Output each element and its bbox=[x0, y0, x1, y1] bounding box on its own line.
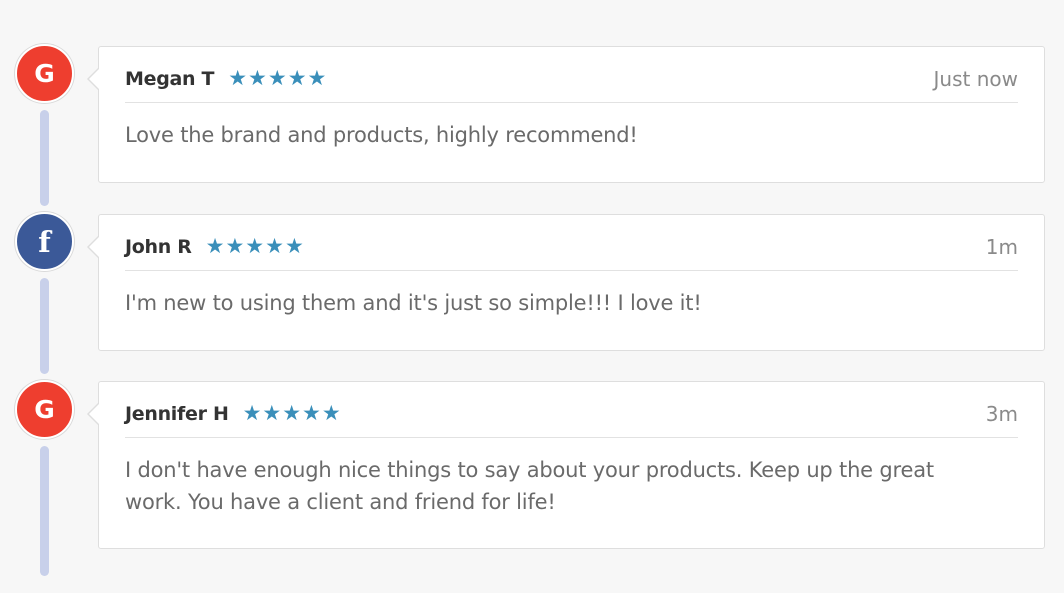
review-feed: G Megan T ★ ★ ★ ★ ★ Just now Love the br… bbox=[0, 0, 1064, 593]
star-rating: ★ ★ ★ ★ ★ bbox=[206, 233, 304, 259]
review-text: Love the brand and products, highly reco… bbox=[125, 123, 638, 147]
star-icon: ★ bbox=[225, 234, 245, 258]
timeline-line bbox=[40, 278, 49, 374]
timeline-line bbox=[40, 446, 49, 576]
star-icon: ★ bbox=[228, 66, 248, 90]
star-rating: ★ ★ ★ ★ ★ bbox=[228, 65, 326, 91]
star-rating: ★ ★ ★ ★ ★ bbox=[243, 400, 341, 426]
review-text: I don't have enough nice things to say a… bbox=[125, 458, 934, 514]
star-icon: ★ bbox=[242, 401, 262, 425]
review-time: Just now bbox=[933, 67, 1018, 91]
star-icon: ★ bbox=[287, 66, 307, 90]
review-card: Jennifer H ★ ★ ★ ★ ★ 3m I don't have eno… bbox=[87, 381, 1045, 549]
star-icon: ★ bbox=[248, 66, 267, 90]
reviewer-name: John R bbox=[125, 236, 192, 258]
star-icon: ★ bbox=[284, 234, 304, 258]
timeline-line bbox=[40, 110, 49, 206]
google-icon: G bbox=[15, 380, 74, 439]
review-header: John R ★ ★ ★ ★ ★ 1m bbox=[125, 233, 1018, 271]
star-icon: ★ bbox=[262, 401, 282, 425]
facebook-icon: f bbox=[15, 212, 74, 271]
review-header: Megan T ★ ★ ★ ★ ★ Just now bbox=[125, 65, 1018, 103]
review-text: I'm new to using them and it's just so s… bbox=[125, 291, 702, 315]
reviewer-name: Megan T bbox=[125, 68, 215, 90]
google-icon: G bbox=[15, 44, 74, 103]
star-icon: ★ bbox=[267, 66, 287, 90]
star-icon: ★ bbox=[321, 401, 341, 425]
review-time: 3m bbox=[985, 402, 1018, 426]
star-icon: ★ bbox=[245, 234, 265, 258]
star-icon: ★ bbox=[265, 234, 284, 258]
review-time: 1m bbox=[985, 235, 1018, 259]
review-card: John R ★ ★ ★ ★ ★ 1m I'm new to using the… bbox=[87, 214, 1045, 351]
star-icon: ★ bbox=[282, 401, 302, 425]
review-card: Megan T ★ ★ ★ ★ ★ Just now Love the bran… bbox=[87, 46, 1045, 183]
star-icon: ★ bbox=[205, 234, 225, 258]
reviewer-name: Jennifer H bbox=[125, 403, 229, 425]
star-icon: ★ bbox=[302, 401, 321, 425]
review-header: Jennifer H ★ ★ ★ ★ ★ 3m bbox=[125, 400, 1018, 438]
star-icon: ★ bbox=[307, 66, 327, 90]
